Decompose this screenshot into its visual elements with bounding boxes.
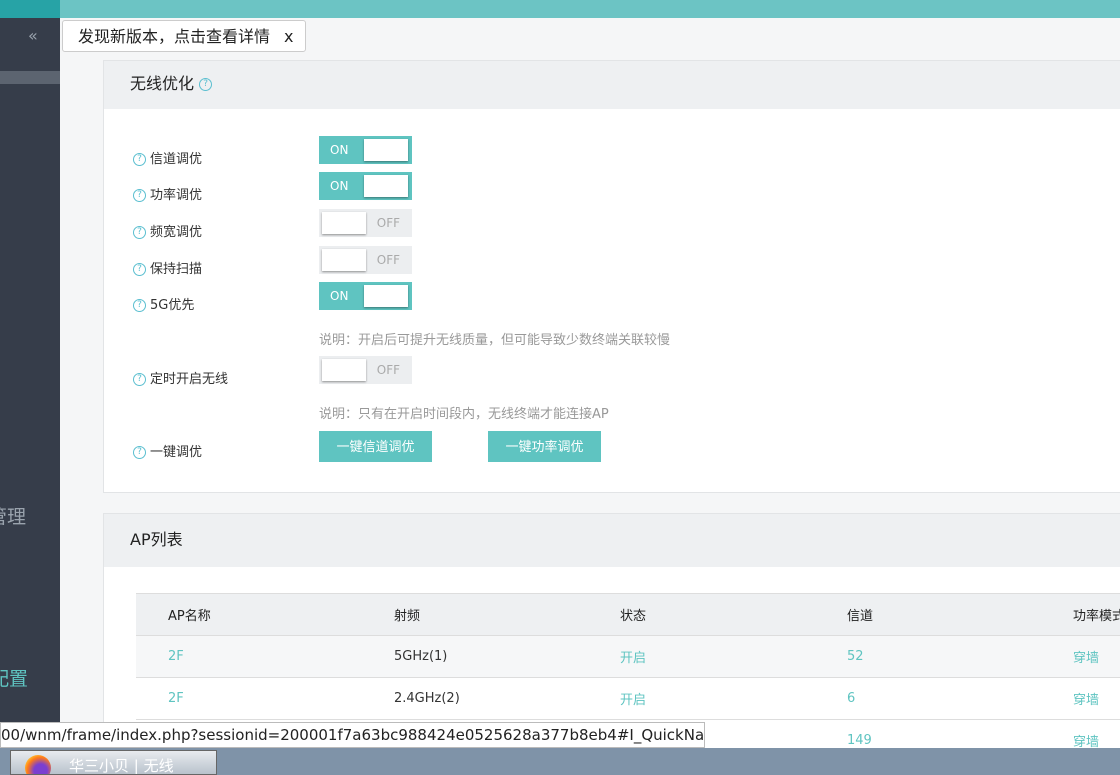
toggle-knob <box>322 249 366 271</box>
5g-note: 说明：开启后可提升无线质量，但可能导致少数终端关联较慢 <box>319 333 671 348</box>
update-notice-text[interactable]: 发现新版本，点击查看详情 <box>78 27 270 46</box>
toggle-knob <box>322 359 366 381</box>
setting-label: 定时开启无线 <box>150 372 229 387</box>
channel-link[interactable]: 52 <box>847 635 1073 678</box>
sidebar: « 管理 配置 <box>0 18 60 748</box>
channel-toggle[interactable]: ON <box>319 136 412 164</box>
toggle-label: OFF <box>376 363 400 377</box>
help-icon[interactable]: ? <box>133 153 146 166</box>
setting-timer: ? 定时开启无线 <box>133 368 228 387</box>
toggle-label: ON <box>330 143 349 157</box>
help-icon[interactable]: ? <box>133 299 146 312</box>
setting-power: ? 功率调优 <box>133 184 202 203</box>
channel-link[interactable]: 6 <box>847 677 1073 720</box>
setting-scan: ? 保持扫描 <box>133 258 202 277</box>
toggle-label: ON <box>330 179 349 193</box>
col-status[interactable]: 状态 <box>620 593 847 636</box>
timer-toggle[interactable]: OFF <box>319 356 412 384</box>
wireless-optimization-panel: 无线优化 ? ? 信道调优 ON ? 功率调优 ON ? 频宽调优 OFF ? 保持扫描… <box>103 60 1120 493</box>
setting-label: 5G优先 <box>150 298 195 313</box>
toggle-knob <box>364 175 408 197</box>
table-header: AP名称 射频 状态 信道 功率模式 <box>136 593 1120 636</box>
setting-label: 保持扫描 <box>150 262 203 277</box>
setting-label: 频宽调优 <box>150 225 203 240</box>
setting-label: 信道调优 <box>150 152 203 167</box>
help-icon[interactable]: ? <box>199 78 213 91</box>
ap-name-link[interactable]: 2F <box>136 677 394 720</box>
help-icon[interactable]: ? <box>133 263 146 276</box>
update-notice[interactable]: 发现新版本，点击查看详情 x <box>62 20 307 52</box>
power-toggle[interactable]: ON <box>319 172 412 200</box>
radio-cell: 2.4GHz(2) <box>394 677 620 720</box>
col-channel[interactable]: 信道 <box>847 593 1073 636</box>
sidebar-active-item[interactable] <box>0 71 60 84</box>
help-icon[interactable]: ? <box>133 189 146 202</box>
close-icon[interactable]: x <box>284 27 293 46</box>
status-link[interactable]: 开启 <box>620 635 847 678</box>
taskbar-button-browser[interactable]: 华三小贝 | 无线 <box>10 750 217 775</box>
col-power-mode[interactable]: 功率模式 <box>1073 593 1120 636</box>
help-icon[interactable]: ? <box>133 226 146 239</box>
timer-note: 说明：只有在开启时间段内，无线终端才能连接AP <box>319 407 609 422</box>
panel-title: AP列表 <box>130 530 183 549</box>
one-click-power-button[interactable]: 一键功率调优 <box>488 431 601 462</box>
col-radio[interactable]: 射频 <box>394 593 620 636</box>
ap-name-link[interactable]: 2F <box>136 635 394 678</box>
help-icon[interactable]: ? <box>133 373 146 386</box>
task-title: 华三小贝 | 无线 <box>69 757 174 775</box>
bandwidth-toggle[interactable]: OFF <box>319 209 412 237</box>
status-bar-url: 00/wnm/frame/index.php?sessionid=200001f… <box>0 722 705 748</box>
one-click-channel-button[interactable]: 一键信道调优 <box>319 431 432 462</box>
sidebar-item-config[interactable]: 配置 <box>0 664 28 691</box>
toggle-label: OFF <box>376 253 400 267</box>
table-row: 2F 2.4GHz(2) 开启 6 穿墙 <box>136 677 1120 720</box>
toggle-knob <box>364 285 408 307</box>
firefox-icon <box>25 755 51 774</box>
collapse-sidebar-icon[interactable]: « <box>28 26 38 45</box>
scan-toggle[interactable]: OFF <box>319 246 412 274</box>
col-ap-name[interactable]: AP名称 <box>136 593 394 636</box>
setting-label: 一键调优 <box>150 445 203 460</box>
toggle-knob <box>322 212 366 234</box>
table-row: 2F 5GHz(1) 开启 52 穿墙 <box>136 635 1120 678</box>
status-link[interactable]: 开启 <box>620 677 847 720</box>
setting-one-click: ? 一键调优 <box>133 441 202 460</box>
brand-area <box>0 0 60 18</box>
toggle-knob <box>364 139 408 161</box>
toggle-label: OFF <box>376 216 400 230</box>
setting-label: 功率调优 <box>150 188 203 203</box>
help-icon[interactable]: ? <box>133 446 146 459</box>
top-bar <box>0 0 1120 18</box>
radio-cell: 5GHz(1) <box>394 635 620 678</box>
sidebar-item-manage[interactable]: 管理 <box>0 502 26 529</box>
5g-priority-toggle[interactable]: ON <box>319 282 412 310</box>
toggle-label: ON <box>330 289 349 303</box>
taskbar: 华三小贝 | 无线 <box>0 748 1120 775</box>
power-mode-link[interactable]: 穿墙 <box>1073 677 1120 720</box>
setting-channel: ? 信道调优 <box>133 148 202 167</box>
setting-bandwidth: ? 频宽调优 <box>133 221 202 240</box>
power-mode-link[interactable]: 穿墙 <box>1073 635 1120 678</box>
setting-5g-priority: ? 5G优先 <box>133 294 194 313</box>
panel-title: 无线优化 <box>130 74 195 93</box>
